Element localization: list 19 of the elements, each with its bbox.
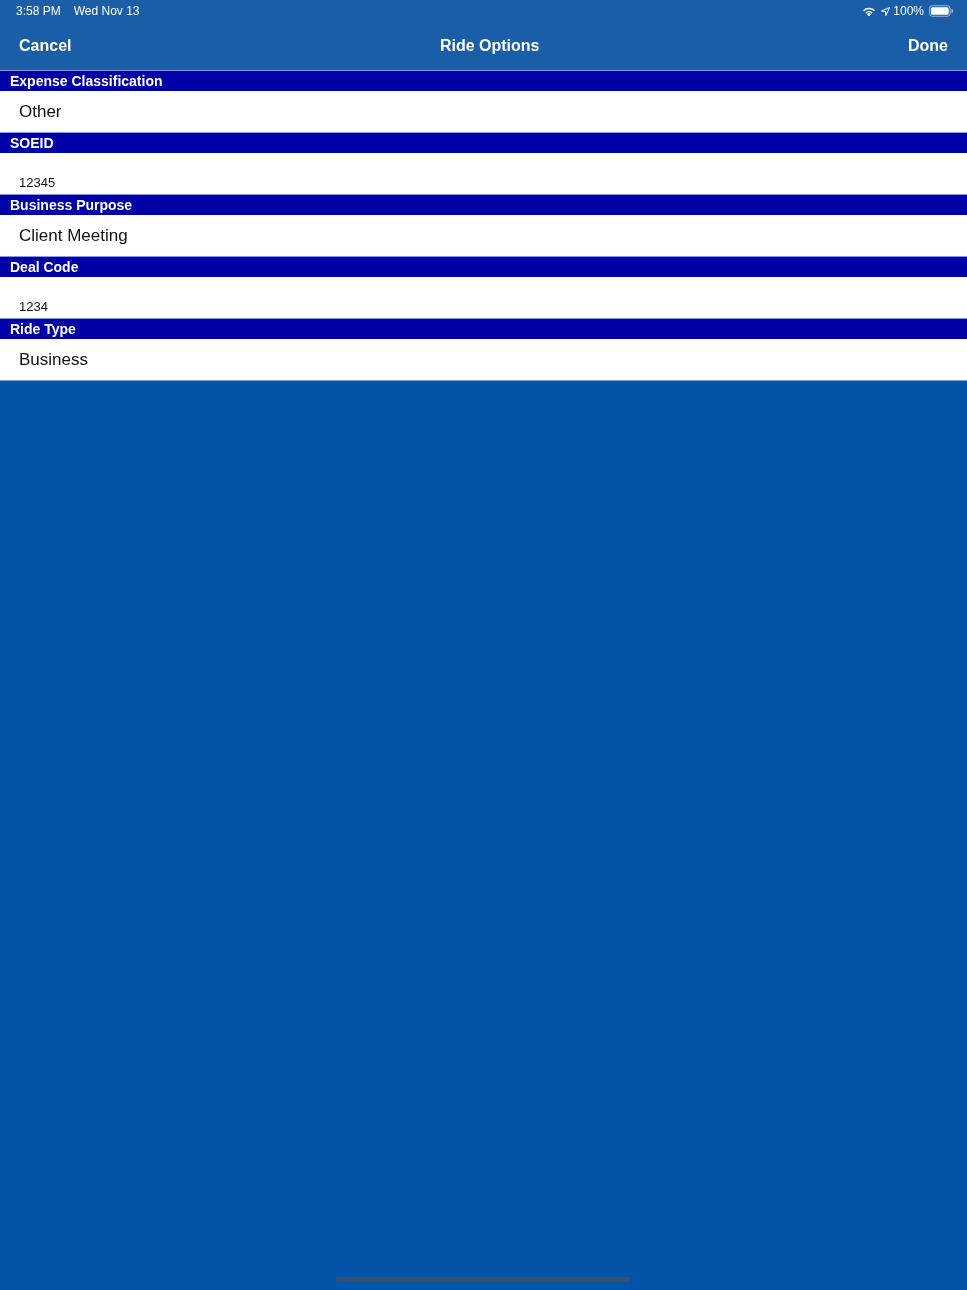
section-header: Business Purpose <box>0 194 967 215</box>
status-date: Wed Nov 13 <box>73 4 140 18</box>
option-row[interactable]: Other <box>0 91 967 132</box>
battery-icon <box>929 5 953 17</box>
text-field[interactable]: 1234 <box>19 299 319 314</box>
done-button[interactable]: Done <box>908 37 948 55</box>
location-arrow-icon <box>881 6 891 16</box>
wifi-icon <box>862 5 877 17</box>
section-header: Ride Type <box>0 318 967 339</box>
cancel-button[interactable]: Cancel <box>19 37 72 55</box>
status-time: 3:58 PM <box>16 4 61 18</box>
text-field[interactable]: 12345 <box>19 175 319 190</box>
option-row[interactable]: Business <box>0 339 967 380</box>
section-header: Deal Code <box>0 256 967 277</box>
section-header: Expense Classification <box>0 70 967 91</box>
option-row[interactable]: Client Meeting <box>0 215 967 256</box>
screen-title: Ride Options <box>439 37 540 55</box>
section-header: SOEID <box>0 132 967 153</box>
battery-percent: 100% <box>893 4 924 18</box>
